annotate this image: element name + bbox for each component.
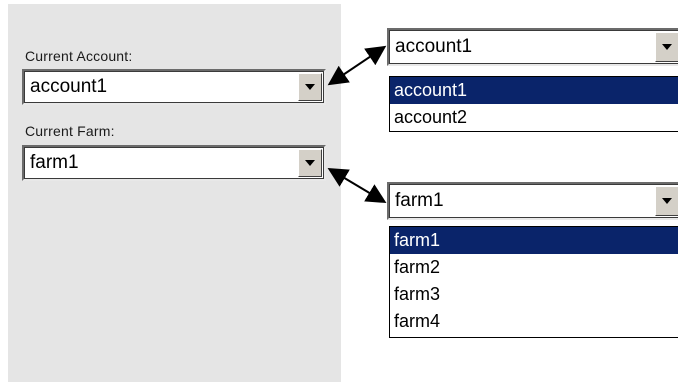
account-dropdown-expanded-select[interactable]: account1 [387,28,678,66]
account-option-account1[interactable]: account1 [390,77,678,104]
farm-option-farm3[interactable]: farm3 [390,281,678,308]
account-dropdown-value: account1 [395,36,473,57]
account-dropdown-button[interactable] [655,32,678,62]
chevron-down-icon [662,198,672,204]
farm-dropdown-value: farm1 [395,190,444,211]
farm-dropdown-button[interactable] [655,186,678,216]
chevron-down-icon [662,44,672,50]
account-option-account2[interactable]: account2 [390,104,678,131]
farm-option-farm1[interactable]: farm1 [390,227,678,254]
account-connector-arrow-icon [327,45,387,86]
farm-connector-arrow-icon [327,167,387,204]
farm-option-farm2[interactable]: farm2 [390,254,678,281]
farm-option-farm4[interactable]: farm4 [390,308,678,335]
farm-dropdown-expanded-select[interactable]: farm1 [387,182,678,220]
farm-options-list: farm1 farm2 farm3 farm4 [389,226,678,338]
account-options-list: account1 account2 [389,76,678,132]
